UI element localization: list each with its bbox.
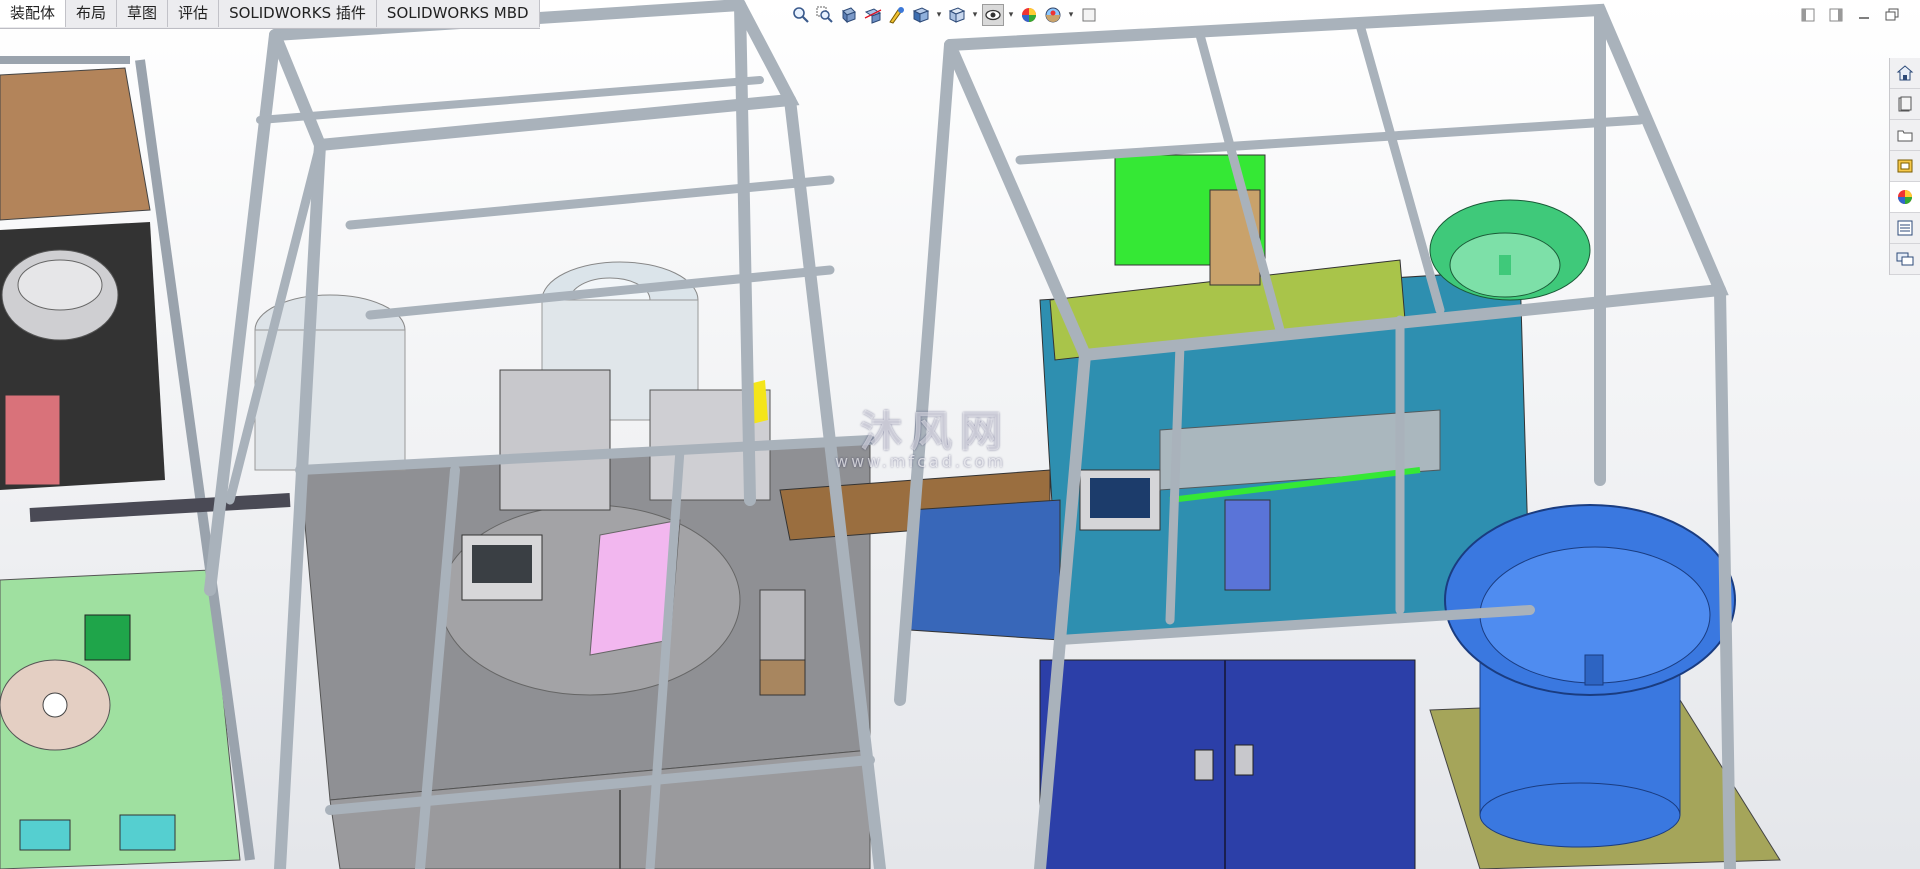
hide-show-items-icon[interactable] xyxy=(982,4,1004,26)
file-explorer-icon[interactable] xyxy=(1890,120,1920,151)
command-manager-tabs: 装配体 布局 草图 评估 SOLIDWORKS 插件 SOLIDWORKS MB… xyxy=(0,0,540,29)
previous-view-icon[interactable] xyxy=(838,4,860,26)
dynamic-annotation-icon[interactable] xyxy=(886,4,908,26)
chevron-down-icon[interactable]: ▾ xyxy=(1006,10,1016,20)
display-style-icon[interactable] xyxy=(946,4,968,26)
viewport-window-controls xyxy=(1798,6,1902,24)
section-view-icon[interactable] xyxy=(862,4,884,26)
tab-solidworks-mbd[interactable]: SOLIDWORKS MBD xyxy=(376,0,540,27)
minimize-icon[interactable] xyxy=(1854,6,1874,24)
chevron-down-icon[interactable]: ▾ xyxy=(970,10,980,20)
zoom-to-area-icon[interactable] xyxy=(814,4,836,26)
custom-properties-icon[interactable] xyxy=(1890,213,1920,244)
maximize-icon[interactable] xyxy=(1882,6,1902,24)
design-library-icon[interactable] xyxy=(1890,89,1920,120)
chevron-down-icon[interactable]: ▾ xyxy=(1066,10,1076,20)
tab-sketch[interactable]: 草图 xyxy=(117,0,169,27)
edit-appearance-icon[interactable] xyxy=(1018,4,1040,26)
tab-evaluate[interactable]: 评估 xyxy=(168,0,220,27)
zoom-to-fit-icon[interactable] xyxy=(790,4,812,26)
home-icon[interactable] xyxy=(1890,58,1920,89)
tab-solidworks-addins[interactable]: SOLIDWORKS 插件 xyxy=(219,0,377,27)
heads-up-view-toolbar: ▾ ▾ ▾ ▾ xyxy=(790,2,1100,28)
watermark-url: www.mfcad.com xyxy=(835,452,1007,471)
view-palette-icon[interactable] xyxy=(1890,151,1920,182)
watermark-logo: 沐风网 xyxy=(860,407,1011,456)
task-pane-tabs xyxy=(1889,58,1920,275)
view-settings-icon[interactable] xyxy=(1078,4,1100,26)
appearances-icon[interactable] xyxy=(1890,182,1920,213)
chevron-down-icon[interactable]: ▾ xyxy=(934,10,944,20)
apply-scene-icon[interactable] xyxy=(1042,4,1064,26)
tab-assembly[interactable]: 装配体 xyxy=(0,0,67,27)
tab-layout[interactable]: 布局 xyxy=(66,0,118,27)
restore-left-icon[interactable] xyxy=(1798,6,1818,24)
view-orientation-icon[interactable] xyxy=(910,4,932,26)
restore-right-icon[interactable] xyxy=(1826,6,1846,24)
forum-icon[interactable] xyxy=(1890,244,1920,275)
